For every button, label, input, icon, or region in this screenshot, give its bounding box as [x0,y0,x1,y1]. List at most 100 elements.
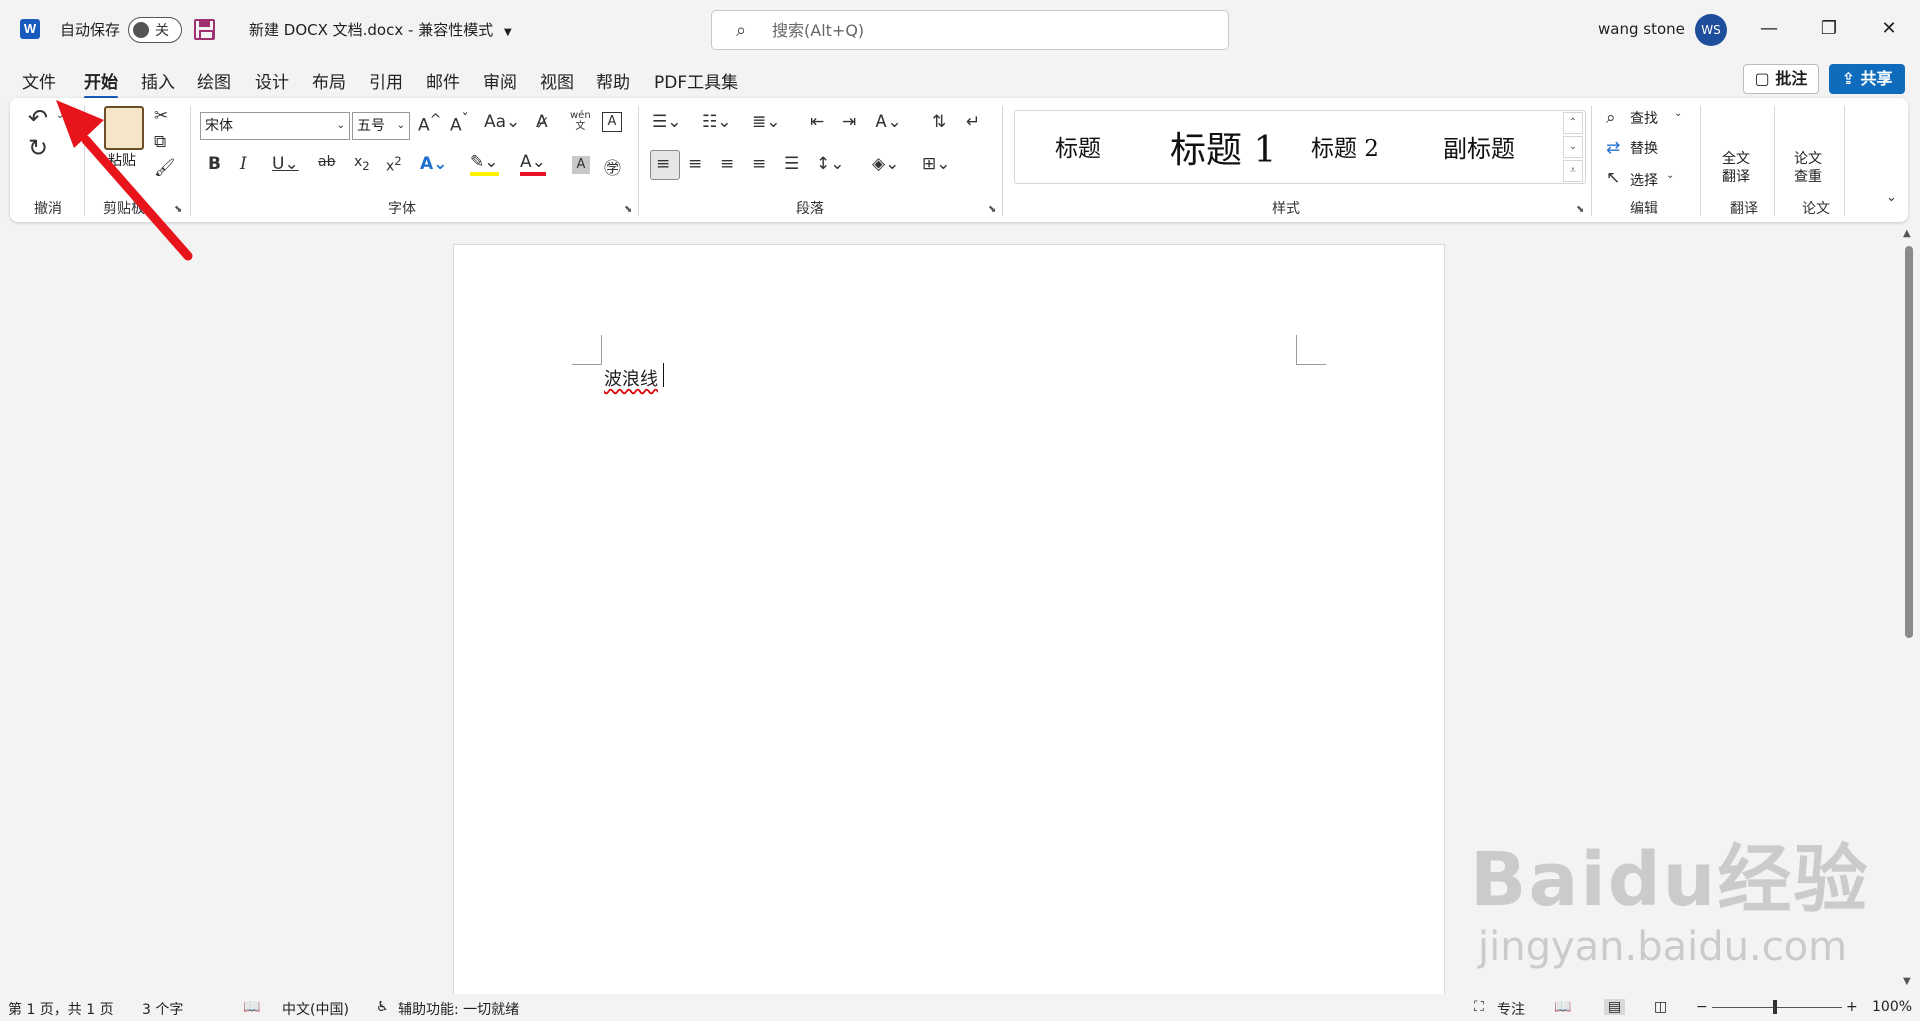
chevron-up-icon[interactable]: ⌃ [1563,112,1583,134]
replace-icon[interactable]: ⇄ [1606,138,1620,158]
scroll-down-icon[interactable]: ▼ [1903,976,1911,987]
style-subtitle[interactable]: 副标题 [1443,129,1515,164]
paste-label[interactable]: 粘贴 [108,150,136,170]
chevron-down-icon[interactable]: ⌄ [56,110,64,121]
clear-format-icon[interactable]: A̷ [536,112,548,132]
translate-line-1[interactable]: 全文 [1722,148,1750,168]
superscript-icon[interactable]: x2 [386,154,402,175]
paper-line-1[interactable]: 论文 [1794,148,1822,168]
chevron-down-icon[interactable]: ⌄ [1563,136,1583,158]
chevron-down-icon[interactable]: ⌄ [1666,170,1674,181]
distributed-icon[interactable]: ☰ [784,154,799,174]
tab-file[interactable]: 文件 [22,68,56,93]
share-button[interactable]: ⇪ 共享 [1829,64,1905,94]
text-effects-icon[interactable]: A⌄ [420,154,447,174]
accessibility-status[interactable]: 辅助功能: 一切就绪 [398,999,519,1019]
scroll-up-icon[interactable]: ▲ [1903,228,1911,239]
search-box[interactable]: ⌕ [711,10,1229,50]
dialog-launcher-icon[interactable]: ⬊ [174,204,182,215]
accessibility-icon[interactable]: ♿ [376,999,389,1015]
zoom-in-icon[interactable]: + [1846,999,1858,1015]
font-size-select[interactable]: 五号 ⌄ [352,112,410,140]
zoom-slider[interactable] [1712,1007,1842,1008]
align-left-icon[interactable]: ≡ [656,154,670,174]
document-title[interactable]: 新建 DOCX 文档.docx - 兼容性模式 ▼ [249,19,512,40]
save-icon[interactable] [194,19,215,40]
close-icon[interactable]: ✕ [1869,14,1909,44]
format-painter-icon[interactable]: 🖌 [154,158,176,178]
chevron-down-icon[interactable]: ⌄ [1674,108,1682,119]
enclose-characters-icon[interactable]: ㊫ [604,154,621,179]
focus-mode[interactable]: 专注 [1497,999,1525,1019]
page-count[interactable]: 第 1 页，共 1 页 [8,999,114,1019]
find-button[interactable]: 查找 [1630,108,1658,128]
font-color-icon[interactable]: A⌄ [520,152,546,176]
tab-draw[interactable]: 绘图 [197,68,231,93]
phonetic-guide-icon[interactable]: wén 文 [570,110,591,132]
translate-line-2[interactable]: 翻译 [1722,166,1750,186]
find-icon[interactable]: ⌕ [1606,108,1616,128]
chinese-layout-icon[interactable]: Ꭺ⌄ [876,112,902,132]
change-case-icon[interactable]: Aa⌄ [484,112,520,132]
tab-references[interactable]: 引用 [369,68,403,93]
tab-view[interactable]: 视图 [540,68,574,93]
justify-icon[interactable]: ≡ [752,154,766,174]
align-right-icon[interactable]: ≡ [720,154,734,174]
tab-review[interactable]: 审阅 [483,68,517,93]
autosave-toggle[interactable]: 关 [128,17,182,43]
zoom-slider-thumb[interactable] [1773,1000,1777,1014]
underline-icon[interactable]: U⌄ [272,154,299,174]
undo-icon[interactable]: ↶ [28,104,48,132]
multilevel-list-icon[interactable]: ≣⌄ [752,112,781,132]
bold-icon[interactable]: B [208,154,221,174]
shrink-font-icon[interactable]: Aˇ [450,112,469,136]
decrease-indent-icon[interactable]: ⇤ [810,112,824,132]
paste-icon[interactable] [104,106,144,150]
line-spacing-icon[interactable]: ↕⌄ [816,154,845,174]
sort-icon[interactable]: ⇅ [932,112,946,132]
search-input[interactable] [772,19,1192,41]
language[interactable]: 中文(中国) [282,999,349,1019]
paper-line-2[interactable]: 查重 [1794,166,1822,186]
borders-icon[interactable]: ⊞⌄ [922,154,951,174]
bullets-icon[interactable]: ☰⌄ [652,112,681,132]
dialog-launcher-icon[interactable]: ⬊ [1576,204,1584,215]
restore-icon[interactable]: ❐ [1809,14,1849,44]
collapse-ribbon-icon[interactable]: ⌄ [1886,190,1897,205]
tab-pdf-tools[interactable]: PDF工具集 [654,68,738,93]
align-center-icon[interactable]: ≡ [688,154,702,174]
italic-icon[interactable]: I [240,154,247,174]
grow-font-icon[interactable]: A^ [418,112,442,136]
tab-mailings[interactable]: 邮件 [426,68,460,93]
tab-home[interactable]: 开始 [84,68,118,99]
style-heading-2[interactable]: 标题 2 [1311,129,1379,163]
print-layout-icon[interactable]: ▤ [1604,999,1626,1015]
minimize-icon[interactable]: — [1749,14,1789,44]
dialog-launcher-icon[interactable]: ⬊ [988,204,996,215]
vertical-scrollbar[interactable]: ▲ ▼ [1902,228,1916,990]
document-text[interactable]: 波浪线 [604,365,658,391]
highlight-icon[interactable]: ✎⌄ [470,152,499,176]
shading-icon[interactable]: ◈⌄ [872,154,899,174]
tab-insert[interactable]: 插入 [141,68,175,93]
tab-design[interactable]: 设计 [255,68,289,93]
zoom-level[interactable]: 100% [1872,999,1912,1015]
document-page[interactable]: 波浪线 [453,244,1445,1004]
focus-icon[interactable]: ⛶ [1474,999,1484,1015]
subscript-icon[interactable]: x2 [354,154,370,173]
cut-icon[interactable]: ✂ [154,106,168,126]
proofing-icon[interactable]: 📖 [243,999,260,1015]
word-count[interactable]: 3 个字 [142,999,183,1019]
character-shading-icon[interactable]: A [572,156,590,174]
web-layout-icon[interactable]: ◫ [1654,999,1667,1015]
show-marks-icon[interactable]: ↵ [966,112,980,132]
read-mode-icon[interactable]: 📖 [1554,999,1571,1015]
select-icon[interactable]: ↖ [1606,168,1620,188]
font-name-select[interactable]: 宋体 ⌄ [200,112,350,140]
numbering-icon[interactable]: ☷⌄ [702,112,731,132]
strikethrough-icon[interactable]: ab [318,154,335,170]
scrollbar-thumb[interactable] [1905,246,1913,638]
replace-button[interactable]: 替换 [1630,138,1658,158]
dialog-launcher-icon[interactable]: ⬊ [624,204,632,215]
comment-button[interactable]: ▢ 批注 [1743,64,1819,94]
